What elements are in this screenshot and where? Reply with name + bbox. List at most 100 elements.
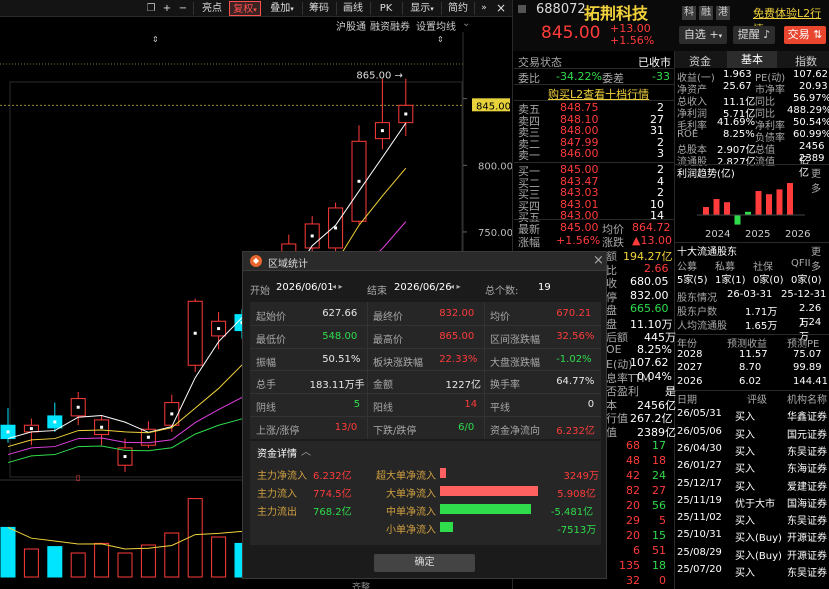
toolbar-simple[interactable]: 简约 [444,1,472,16]
dialog-close-icon[interactable]: × [593,253,604,268]
quote-detail-label: OE [606,342,622,356]
toolbar-overlay[interactable]: 叠加▾ [266,1,298,16]
ok-button[interactable]: 确定 [374,554,475,572]
stock-header: 688072 拓荆科技 科 融 港 免费体验L2行情 845.00 +13.00… [513,0,829,51]
trade-button[interactable]: 交易 ⇅ [784,26,826,44]
close-icon[interactable]: × [494,1,508,16]
rating-grade: 买入 [735,568,755,579]
stat-value: 670.21 [556,308,592,319]
count-label: 总个数: [485,286,519,297]
copy-icon[interactable]: ❐ [143,1,159,16]
rating-institution[interactable]: 国海证券 [787,495,827,510]
end-date[interactable]: 2026/06/26 [394,282,452,293]
quote-detail-value: 107.62 [630,356,669,369]
holder-label: 股东情况 [677,293,717,304]
zoom-out-icon[interactable]: − [176,1,190,16]
alert-button[interactable]: 提醒 ♪ [733,26,775,44]
wb-value: -34.22% [556,70,602,83]
stat-value: 32.56% [556,330,595,342]
stats-row-divider [250,416,601,417]
fund-value: 56.97% [793,93,829,104]
chevron-up-icon[interactable]: ︿ [301,443,311,458]
toolbar-display[interactable]: 显示▾ [406,1,438,16]
quote-detail-value: 680.05 [630,275,669,288]
holder-label: 股东户数 [677,307,717,318]
event-marker-icon: ⇕ [437,35,444,44]
rating-institution[interactable]: 爱建证券 [787,478,827,493]
tick-count-b: 15 [652,529,666,542]
last-price-label: 845.00 [476,101,511,112]
profit-year: 2024 [705,229,730,239]
candle-marker [380,129,384,133]
rating-grade: 买入(Buy) [735,533,782,545]
toolbar-draw[interactable]: 画线 [339,1,367,16]
rating-date: 26/04/30 [677,442,722,454]
rating-institution[interactable]: 国元证券 [787,426,827,441]
stat-label: 下跌/跌停 [373,426,417,437]
tick-count-b: 18 [652,454,666,467]
fund-value: 488.29% [787,105,829,116]
stock-code: 688072 [536,2,586,17]
toolbar-highlights[interactable]: 亮点 [197,1,227,16]
tick-count-a: 32 [626,574,640,587]
menu-icon[interactable] [518,5,526,13]
rating-institution[interactable]: 东海证券 [787,460,827,475]
stat-value: 627.66 [322,308,358,319]
quote-detail-value: 832.00 [630,288,669,302]
toolbar-adjust[interactable]: 复权▾ [229,1,261,16]
volume-bar [47,546,63,578]
quote-detail-value: 2389亿 [637,425,676,439]
tag-hk: 港 [716,6,730,20]
stat-value: 14 [464,399,478,411]
quote-detail-value: 2.66 [644,261,669,275]
rating-institution[interactable]: 开源证券 [787,529,827,544]
volume-bar [23,548,39,578]
dialog-title: 区域统计 [268,259,308,270]
dialog-titlebar[interactable]: ◆ 区域统计 × [243,252,606,271]
start-date[interactable]: 2026/06/01 [276,282,334,293]
profit-bar [755,191,762,215]
stat-label: 平线 [490,403,510,415]
rating-institution[interactable]: 东吴证券 [787,443,827,458]
rating-institution[interactable]: 东吴证券 [787,564,827,579]
candle-marker [217,327,221,331]
rating-grade: 买入(Buy) [735,550,782,562]
candle-marker [310,234,314,238]
tick-count-a: 68 [626,439,640,452]
rating-institution[interactable]: 东吴证券 [787,512,827,527]
toolbar-chips[interactable]: 筹码 [305,1,333,16]
tag-star: 科 [682,6,696,20]
candle-marker [334,226,338,230]
order-flow-label: 超大单净流入 [376,471,436,482]
tab-fund[interactable]: 资金 [689,53,711,69]
stat-label: 总手 [256,380,276,392]
link-hsgt[interactable]: 沪股通 [336,18,366,33]
rating-institution[interactable]: 华鑫证券 [787,408,827,423]
stock-price: 845.00 [541,23,601,43]
link-margin[interactable]: 融资融券 [370,18,410,33]
tab-basic[interactable]: 基本 [727,51,777,68]
forecast-cell: 11.57 [739,348,768,360]
rating-date: 25/08/29 [677,546,722,558]
end-arrows-icon[interactable]: ◂ ▸ [450,282,461,291]
tab-index[interactable]: 指数 [795,53,817,69]
order-flow-value: 3249万 [563,471,599,482]
rating-header[interactable]: 机构名称 [787,391,827,406]
tick-count-a: 48 [626,454,640,467]
rating-date: 25/11/02 [677,512,722,524]
zoom-in-icon[interactable]: + [160,1,174,16]
forecast-cell: 99.89 [793,362,822,373]
chevron-down-icon[interactable]: ⌄ [462,18,470,29]
fund-value: 41.69% [717,117,756,128]
book-level-price[interactable]: 846.00 [560,147,599,160]
start-arrows-icon[interactable]: ◂ ▸ [332,282,343,291]
rating-institution[interactable]: 开源证券 [787,547,827,562]
candle-marker [170,412,174,416]
toolbar-pk[interactable]: PK [375,1,397,16]
order-flow-bar [440,504,532,514]
add-watch-button[interactable]: 自选 +▾ [679,26,727,44]
link-ma-setting[interactable]: 设置均线 [416,18,456,33]
rating-grade: 买入 [735,481,755,493]
toolbar-more-icon[interactable]: » [478,1,490,16]
fund-value: 20.93 [799,81,828,92]
